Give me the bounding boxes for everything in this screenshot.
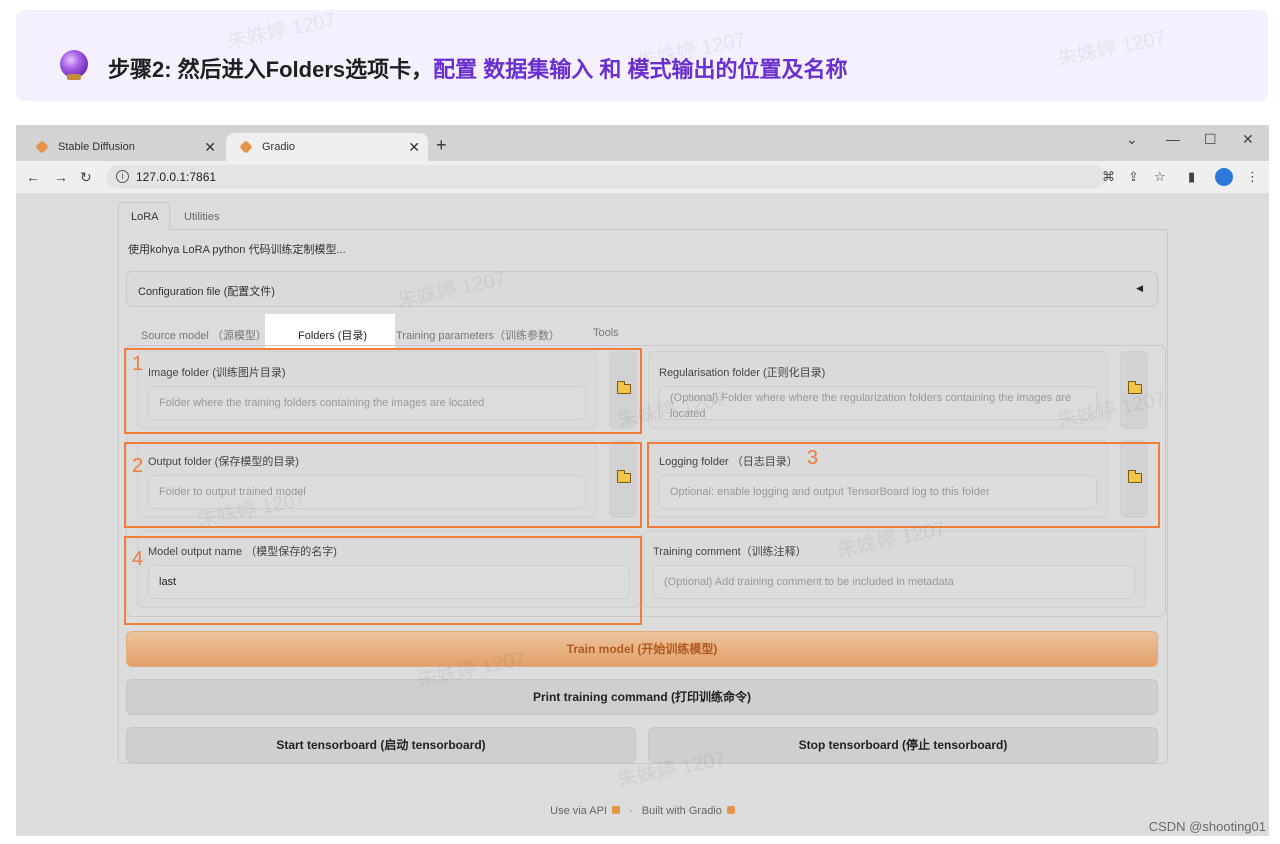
share-icon[interactable]: ⇪ (1128, 169, 1139, 185)
close-icon[interactable]: ✕ (204, 139, 216, 156)
annotation-number-4: 4 (132, 548, 144, 570)
gradio-favicon-icon (35, 140, 49, 154)
logging-folder-input[interactable]: Optional: enable logging and output Tens… (659, 475, 1097, 509)
bookmark-star-icon[interactable]: ☆ (1154, 169, 1166, 185)
tab-lora[interactable]: LoRA (131, 211, 159, 223)
more-menu-icon[interactable]: ⋮ (1246, 169, 1259, 185)
logging-folder-placeholder: Optional: enable logging and output Tens… (670, 486, 990, 498)
logging-folder-field: Logging folder （日志目录） Optional: enable l… (648, 440, 1108, 518)
output-folder-placeholder: Folder to output trained model (159, 486, 306, 498)
browser-window: Stable Diffusion ✕ Gradio ✕ + ⌄ — ☐ ✕ ← … (16, 125, 1269, 836)
output-folder-field: Output folder (保存模型的目录) Folder to output… (137, 440, 597, 518)
stop-tensorboard-button[interactable]: Stop tensorboard (停止 tensorboard) (648, 727, 1158, 763)
footer-separator: · (629, 805, 633, 817)
annotation-number-1: 1 (132, 353, 144, 375)
annotation-number-2: 2 (132, 455, 144, 477)
rocket-icon (611, 806, 620, 814)
model-output-name-field: Model output name （模型保存的名字) last (137, 530, 641, 608)
training-comment-input[interactable]: (Optional) Add training comment to be in… (653, 565, 1135, 599)
output-folder-browse-button[interactable] (609, 440, 637, 518)
reg-folder-browse-button[interactable] (1120, 351, 1148, 429)
info-icon[interactable]: i (116, 170, 129, 183)
watermark: 朱姝婷 1207 (225, 8, 338, 54)
banner-prefix: 步骤2: 然后进入Folders选项卡， (108, 57, 434, 82)
model-output-name-input[interactable]: last (148, 565, 630, 599)
regularisation-folder-field: Regularisation folder (正则化目录) (Optional)… (648, 351, 1108, 429)
use-via-api-link[interactable]: Use via API (550, 805, 607, 817)
minimize-icon[interactable]: — (1166, 131, 1180, 147)
train-model-button[interactable]: Train model (开始训练模型) (126, 631, 1158, 667)
translate-icon[interactable]: ⌘ (1102, 169, 1115, 185)
annotation-number-3: 3 (807, 447, 819, 469)
caret-left-icon: ◀ (1136, 283, 1143, 293)
banner-text: 步骤2: 然后进入Folders选项卡，配置 数据集输入 和 模式输出的位置及名… (108, 52, 847, 84)
training-comment-field: Training comment（训练注释） (Optional) Add tr… (642, 530, 1146, 608)
image-folder-label: Image folder (训练图片目录) (148, 367, 286, 379)
close-icon[interactable]: ✕ (408, 139, 420, 156)
forward-icon[interactable]: → (54, 169, 68, 185)
tab-source-model[interactable]: Source model （源模型） (141, 327, 267, 343)
browser-tab-label: Stable Diffusion (58, 141, 135, 153)
url-field[interactable]: i 127.0.0.1:7861 (106, 165, 1106, 189)
side-panel-icon[interactable]: ▮ (1188, 169, 1195, 185)
banner-highlight: 配置 数据集输入 和 模式输出的位置及名称 (433, 57, 848, 82)
print-training-command-button[interactable]: Print training command (打印训练命令) (126, 679, 1158, 715)
tab-folders[interactable]: Folders (目录) (298, 327, 367, 343)
tab-utilities[interactable]: Utilities (184, 211, 219, 223)
image-folder-input[interactable]: Folder where the training folders contai… (148, 386, 586, 420)
model-output-name-value: last (159, 576, 177, 588)
crystal-ball-icon (60, 50, 88, 80)
start-tensorboard-button[interactable]: Start tensorboard (启动 tensorboard) (126, 727, 636, 763)
folder-icon (617, 470, 631, 483)
reg-folder-label: Regularisation folder (正则化目录) (659, 367, 826, 379)
instruction-banner: 步骤2: 然后进入Folders选项卡，配置 数据集输入 和 模式输出的位置及名… (16, 9, 1268, 101)
reg-folder-input[interactable]: (Optional) Folder where where the regula… (659, 386, 1097, 420)
reg-folder-placeholder: (Optional) Folder where where the regula… (670, 392, 1072, 420)
profile-avatar[interactable] (1215, 168, 1233, 186)
csdn-credit: CSDN @shooting01 (1148, 819, 1266, 834)
built-with-gradio-link[interactable]: Built with Gradio (642, 805, 722, 817)
folder-icon (1128, 470, 1142, 483)
gradio-logo-icon (726, 806, 735, 814)
configuration-accordion[interactable]: Configuration file (配置文件) ◀ (126, 271, 1158, 307)
logging-folder-browse-button[interactable] (1120, 440, 1148, 518)
browser-tab-gradio[interactable]: Gradio ✕ (226, 133, 428, 161)
url-text: 127.0.0.1:7861 (136, 170, 217, 184)
back-icon[interactable]: ← (26, 169, 40, 185)
new-tab-icon[interactable]: + (436, 135, 447, 156)
image-folder-field: Image folder (训练图片目录) Folder where the t… (137, 351, 597, 429)
page-description: 使用kohya LoRA python 代码训练定制模型... (128, 244, 346, 256)
address-bar: ← → ↻ i 127.0.0.1:7861 ⌘ ⇪ ☆ ▮ ⋮ (16, 161, 1269, 193)
maximize-icon[interactable]: ☐ (1204, 131, 1217, 148)
browser-tab-label: Gradio (262, 141, 296, 153)
reload-icon[interactable]: ↻ (80, 169, 92, 186)
config-label: Configuration file (配置文件) (138, 286, 275, 298)
chevron-down-icon[interactable]: ⌄ (1126, 131, 1138, 148)
tab-strip: Stable Diffusion ✕ Gradio ✕ + ⌄ — ☐ ✕ (16, 125, 1269, 161)
logging-folder-label: Logging folder （日志目录） (659, 456, 798, 468)
training-comment-label: Training comment（训练注释） (653, 546, 807, 558)
gradio-favicon-icon (239, 140, 253, 154)
training-comment-placeholder: (Optional) Add training comment to be in… (664, 576, 954, 588)
folder-icon (1128, 381, 1142, 394)
watermark: 朱姝婷 1207 (1055, 26, 1168, 72)
output-folder-label: Output folder (保存模型的目录) (148, 456, 299, 468)
folder-icon (617, 381, 631, 394)
window-close-icon[interactable]: ✕ (1242, 131, 1254, 148)
output-folder-input[interactable]: Folder to output trained model (148, 475, 586, 509)
image-folder-placeholder: Folder where the training folders contai… (159, 397, 485, 409)
footer: Use via API · Built with Gradio (16, 805, 1269, 817)
tab-training-parameters[interactable]: Training parameters（训练参数） (396, 327, 560, 343)
browser-tab-stable-diffusion[interactable]: Stable Diffusion ✕ (22, 133, 224, 161)
gradio-page: LoRA Utilities 使用kohya LoRA python 代码训练定… (16, 193, 1269, 836)
model-output-name-label: Model output name （模型保存的名字) (148, 546, 337, 558)
tab-tools[interactable]: Tools (593, 327, 619, 339)
image-folder-browse-button[interactable] (609, 351, 637, 429)
